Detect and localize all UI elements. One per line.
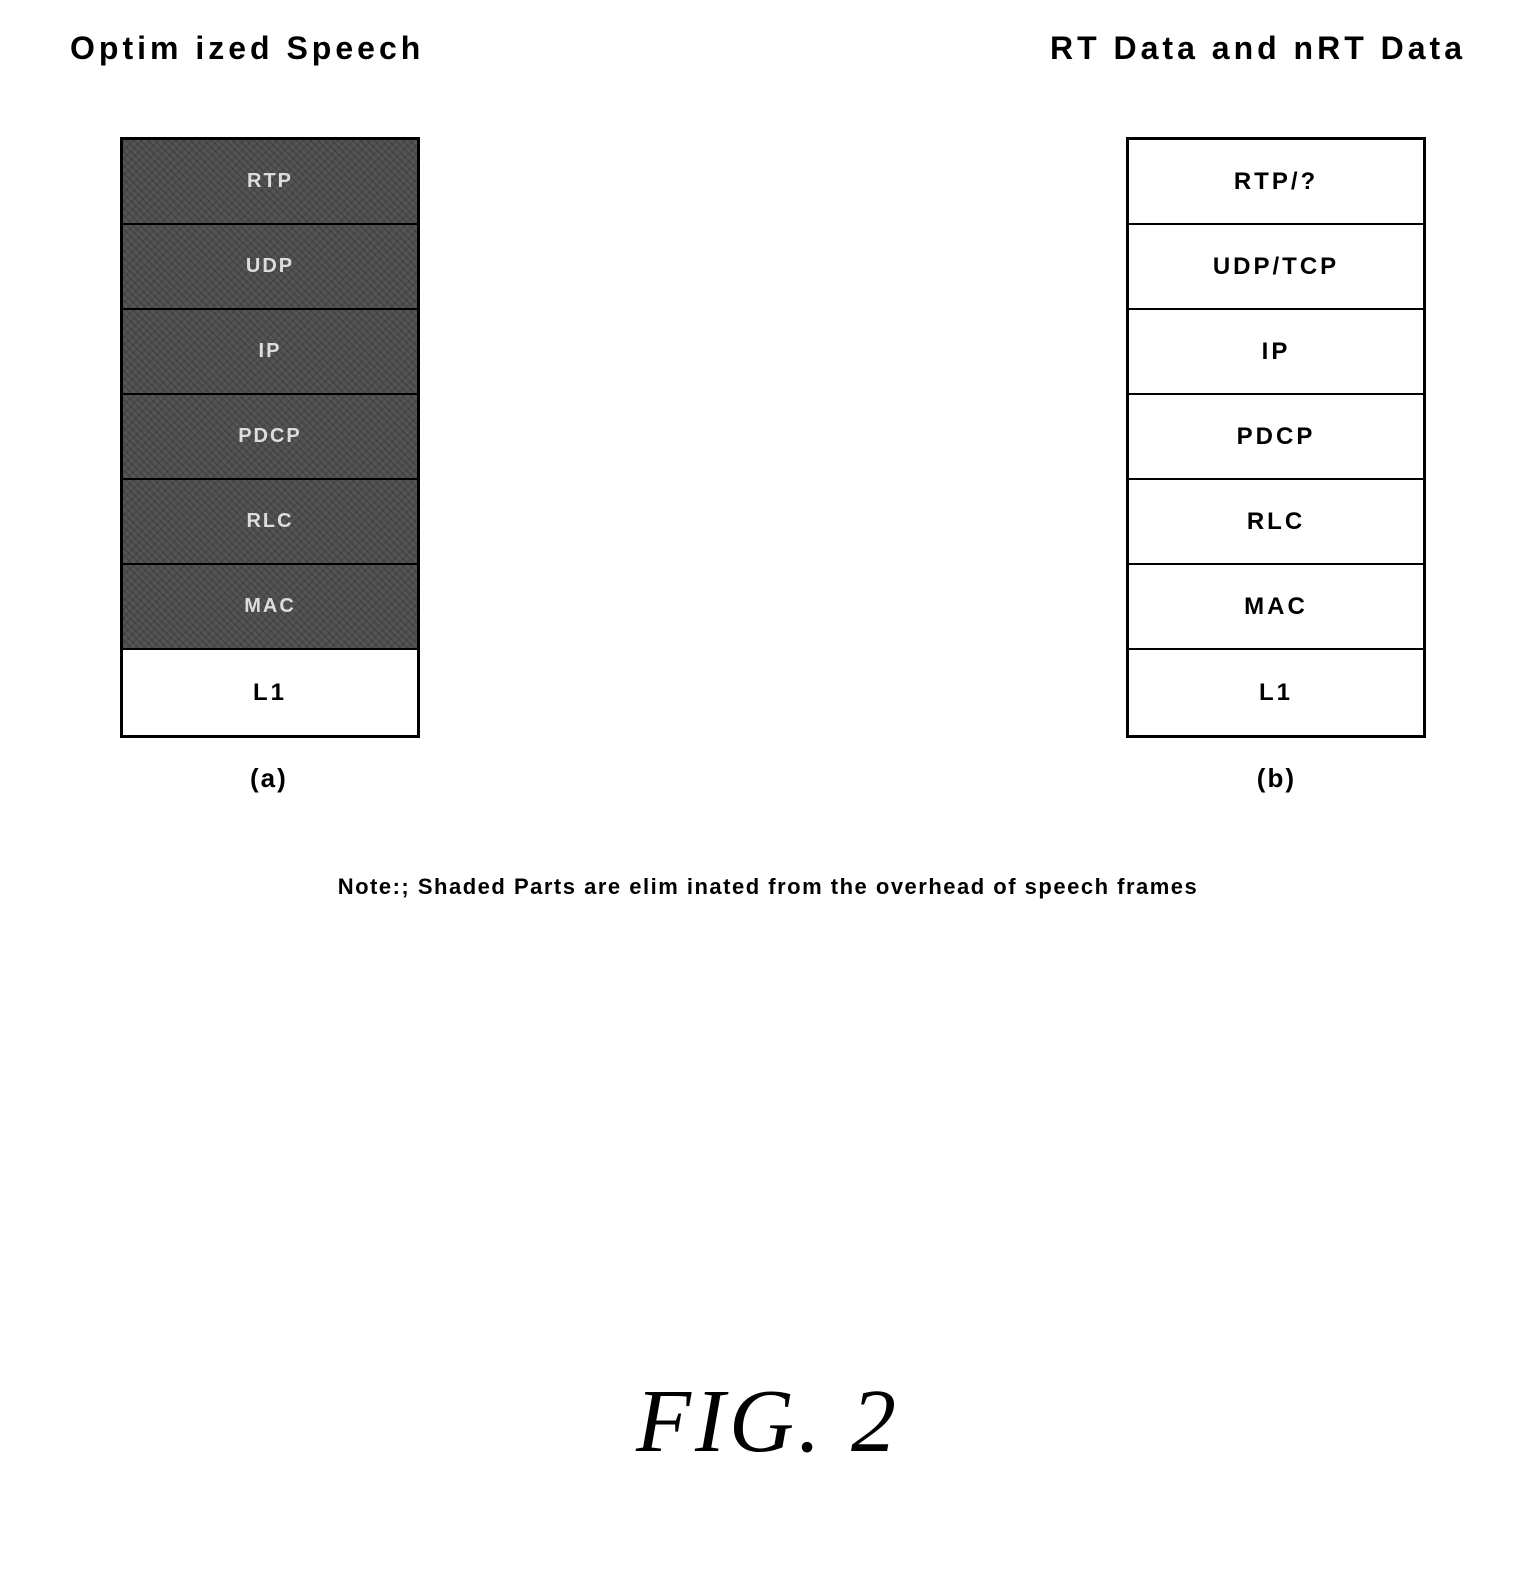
layer-l1: L1 (1129, 650, 1423, 735)
layer-udp: UDP (123, 225, 417, 310)
note-text: Note:; Shaded Parts are elim inated from… (0, 874, 1536, 900)
layer-rtp: RTP/? (1129, 140, 1423, 225)
layer-pdcp: PDCP (123, 395, 417, 480)
layer-mac: MAC (1129, 565, 1423, 650)
layer-pdcp: PDCP (1129, 395, 1423, 480)
stack-a: RTP UDP IP PDCP RLC MAC L1 (120, 137, 420, 738)
layer-rlc: RLC (123, 480, 417, 565)
stack-b: RTP/? UDP/TCP IP PDCP RLC MAC L1 (1126, 137, 1426, 738)
stack-b-label: (b) (1257, 763, 1296, 794)
layer-ip: IP (123, 310, 417, 395)
layer-l1: L1 (123, 650, 417, 735)
layer-rtp: RTP (123, 140, 417, 225)
title-left: Optim ized Speech (70, 30, 424, 67)
layer-rlc: RLC (1129, 480, 1423, 565)
sub-labels: (a) (b) (0, 738, 1536, 794)
layer-udptcp: UDP/TCP (1129, 225, 1423, 310)
layer-mac: MAC (123, 565, 417, 650)
titles-row: Optim ized Speech RT Data and nRT Data (0, 0, 1536, 67)
figure-label: FIG. 2 (0, 1370, 1536, 1473)
title-right: RT Data and nRT Data (1050, 30, 1466, 67)
layer-ip: IP (1129, 310, 1423, 395)
stacks-container: RTP UDP IP PDCP RLC MAC L1 RTP/? UDP/TCP… (0, 67, 1536, 738)
stack-a-label: (a) (250, 763, 288, 794)
